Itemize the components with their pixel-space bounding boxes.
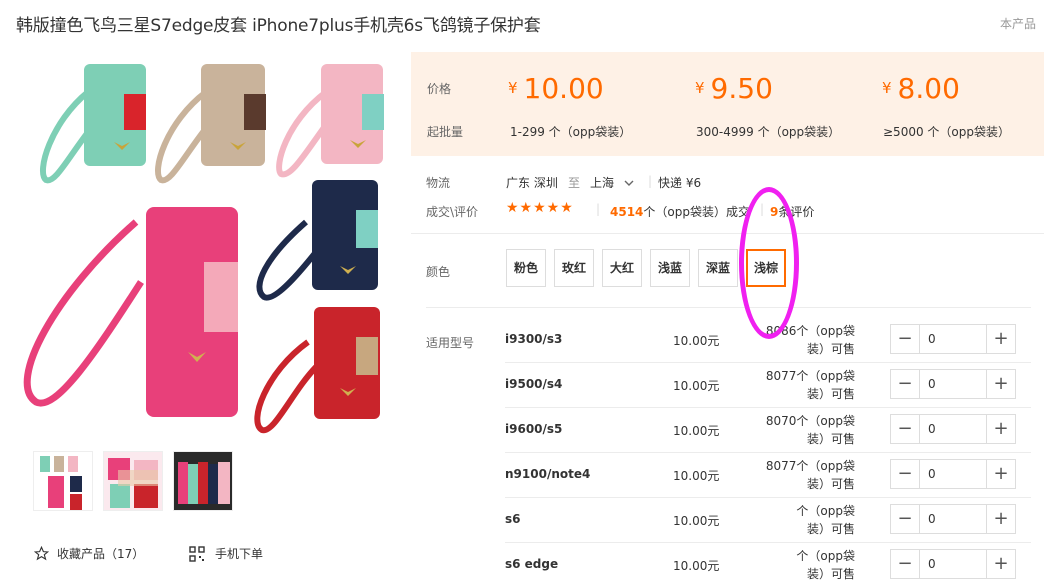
quantity-input[interactable]: 0 xyxy=(919,325,987,353)
deals-label: 成交\评价 xyxy=(426,205,479,219)
model-name: s6 xyxy=(505,512,521,526)
model-price: 10.00元 xyxy=(673,469,720,483)
color-option-navy[interactable]: 深蓝 xyxy=(698,249,738,287)
model-price: 10.00元 xyxy=(673,559,720,573)
truncated-link[interactable]: 本产品 xyxy=(1000,15,1036,32)
increase-button[interactable]: + xyxy=(987,415,1015,443)
shipping-fee: 快递 ¥6 xyxy=(658,176,702,190)
range-tier-2: 300-4999 个（opp袋装） xyxy=(696,125,841,139)
logistics-from: 广东 深圳 xyxy=(506,176,558,190)
quantity-input[interactable]: 0 xyxy=(919,505,987,533)
model-stock: 8077个（opp袋 装）可售 xyxy=(765,459,855,491)
price-tier-2: ¥9.50 xyxy=(695,72,773,105)
model-price: 10.00元 xyxy=(673,424,720,438)
color-option-light-brown[interactable]: 浅棕 xyxy=(746,249,786,287)
model-stock: 8077个（opp袋 装）可售 xyxy=(765,369,855,401)
model-label: 适用型号 xyxy=(426,336,475,350)
star-outline-icon xyxy=(34,546,49,561)
decrease-button[interactable]: − xyxy=(891,460,919,488)
logistics-to-word: 至 xyxy=(568,176,581,190)
increase-button[interactable]: + xyxy=(987,325,1015,353)
thumbnail-2[interactable] xyxy=(103,451,163,511)
increase-button[interactable]: + xyxy=(987,460,1015,488)
price-label: 价格 xyxy=(427,82,452,96)
chevron-down-icon xyxy=(624,180,634,186)
increase-button[interactable]: + xyxy=(987,550,1015,578)
quantity-stepper[interactable]: −0 + xyxy=(890,414,1016,444)
divider xyxy=(411,233,1044,234)
rating-stars: ★★★★★ xyxy=(506,200,574,216)
range-tier-1: 1-299 个（opp袋装） xyxy=(510,125,632,139)
main-product-image xyxy=(23,64,384,434)
model-stock: 8086个（opp袋 装）可售 xyxy=(765,324,855,356)
mobile-order-button[interactable]: 手机下单 xyxy=(189,545,263,562)
quantity-input[interactable]: 0 xyxy=(919,460,987,488)
price-tier-1: ¥10.00 xyxy=(508,72,604,105)
model-name: i9300/s3 xyxy=(505,332,563,346)
product-title: 韩版撞色飞鸟三星S7edge皮套 iPhone7plus手机壳6s飞鸽镜子保护套 xyxy=(16,16,541,36)
decrease-button[interactable]: − xyxy=(891,550,919,578)
quantity-stepper[interactable]: −0 + xyxy=(890,549,1016,579)
model-row: n9100/note4 10.00元 8077个（opp袋 装）可售 −0 + xyxy=(505,453,1031,498)
thumbnail-1[interactable] xyxy=(33,451,93,511)
model-row: i9500/s4 10.00元 8077个（opp袋 装）可售 −0 + xyxy=(505,363,1031,408)
thumbnail-3[interactable] xyxy=(173,451,233,511)
divider xyxy=(426,307,1031,308)
decrease-button[interactable]: − xyxy=(891,325,919,353)
quantity-stepper[interactable]: −0 + xyxy=(890,369,1016,399)
qr-code-icon xyxy=(189,545,205,562)
quantity-input[interactable]: 0 xyxy=(919,550,987,578)
model-stock: 个（opp袋 装）可售 xyxy=(796,504,855,536)
destination-select[interactable]: 上海 xyxy=(590,174,634,191)
review-count[interactable]: 9条评价 xyxy=(770,203,814,220)
deal-count[interactable]: 4514个（opp袋装）成交 xyxy=(610,203,750,220)
model-name: i9600/s5 xyxy=(505,422,563,436)
model-name: s6 edge xyxy=(505,557,559,571)
destination-value: 上海 xyxy=(590,176,615,190)
price-panel: 价格 起批量 ¥10.00 ¥9.50 ¥8.00 1-299 个（opp袋装）… xyxy=(411,52,1044,156)
increase-button[interactable]: + xyxy=(987,505,1015,533)
color-option-light-blue[interactable]: 浅蓝 xyxy=(650,249,690,287)
decrease-button[interactable]: − xyxy=(891,505,919,533)
color-option-rose[interactable]: 玫红 xyxy=(554,249,594,287)
model-row: s6 10.00元 个（opp袋 装）可售 −0 + xyxy=(505,498,1031,543)
color-option-pink[interactable]: 粉色 xyxy=(506,249,546,287)
quantity-stepper[interactable]: −0 + xyxy=(890,324,1016,354)
model-price: 10.00元 xyxy=(673,379,720,393)
model-name: n9100/note4 xyxy=(505,467,591,481)
favorite-button[interactable]: 收藏产品（17） xyxy=(34,545,144,562)
color-option-red[interactable]: 大红 xyxy=(602,249,642,287)
decrease-button[interactable]: − xyxy=(891,415,919,443)
quantity-stepper[interactable]: −0 + xyxy=(890,504,1016,534)
logistics-label: 物流 xyxy=(426,176,451,190)
model-row: i9300/s3 10.00元 8086个（opp袋 装）可售 −0 + xyxy=(505,318,1031,363)
quantity-input[interactable]: 0 xyxy=(919,415,987,443)
model-row: s6 edge 10.00元 个（opp袋 装）可售 −0 + xyxy=(505,543,1031,583)
quantity-stepper[interactable]: −0 + xyxy=(890,459,1016,489)
quantity-input[interactable]: 0 xyxy=(919,370,987,398)
model-price: 10.00元 xyxy=(673,334,720,348)
decrease-button[interactable]: − xyxy=(891,370,919,398)
increase-button[interactable]: + xyxy=(987,370,1015,398)
model-price: 10.00元 xyxy=(673,514,720,528)
price-tier-3: ¥8.00 xyxy=(882,72,960,105)
model-name: i9500/s4 xyxy=(505,377,563,391)
color-label: 颜色 xyxy=(426,265,451,279)
mobile-order-label: 手机下单 xyxy=(215,547,264,561)
range-tier-3: ≥5000 个（opp袋装） xyxy=(883,125,1010,139)
moq-label: 起批量 xyxy=(427,125,464,139)
model-stock: 个（opp袋 装）可售 xyxy=(796,549,855,581)
model-stock: 8070个（opp袋 装）可售 xyxy=(765,414,855,446)
model-row: i9600/s5 10.00元 8070个（opp袋 装）可售 −0 + xyxy=(505,408,1031,453)
favorite-label: 收藏产品（17） xyxy=(57,547,145,561)
